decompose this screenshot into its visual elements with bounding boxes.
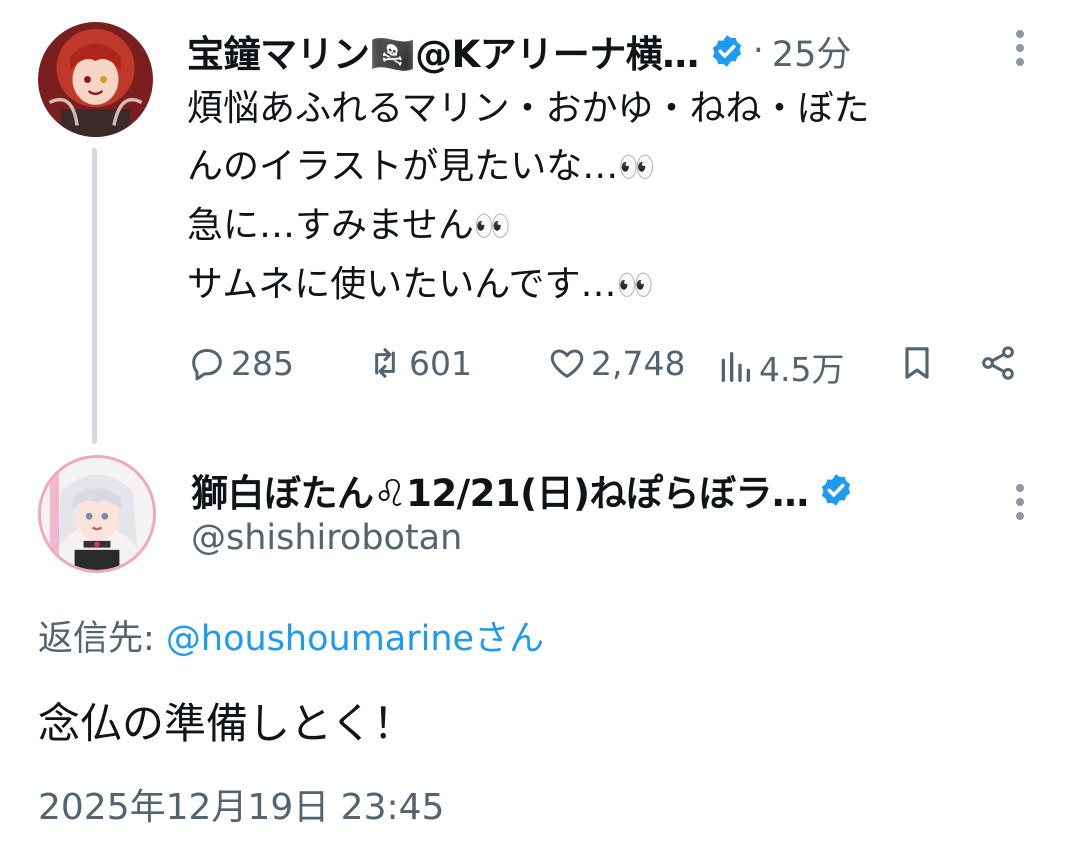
reply-body: 念仏の準備しとく！ (38, 699, 415, 748)
verified-badge-icon (818, 472, 854, 508)
repost-button[interactable]: 601 (365, 343, 472, 383)
tweet-header: 宝鐘マリン🏴‍☠️@Kアリーナ横… · 25分 (187, 24, 851, 78)
replying-to-mention-link[interactable]: @houshoumarineさん (166, 619, 544, 659)
share-button[interactable] (978, 343, 1018, 383)
like-count: 2,748 (591, 343, 686, 383)
user-avatar-white-hair-icon (41, 458, 153, 570)
reply-author-display-name[interactable]: 獅白ぼたん♌12/21(日)ねぽらぼラ… (191, 463, 809, 517)
heart-icon (550, 349, 584, 378)
thread-connector-line (92, 148, 97, 444)
views-button[interactable]: 4.5万 (715, 343, 844, 391)
eyes-emoji: 👀 (618, 150, 656, 185)
user-avatar-red-hair-icon (38, 22, 153, 137)
reply-bubble-icon (192, 349, 222, 381)
reply-author-handle[interactable]: @shishirobotan (191, 518, 462, 558)
repost-count: 601 (409, 343, 472, 383)
eyes-emoji: 👀 (616, 268, 654, 303)
tweet-line-4: サムネに使いたいんです…👀 (187, 256, 870, 315)
reply-timestamp[interactable]: 2025年12月19日 23:45 (38, 778, 444, 830)
tweet-action-bar: 285 601 2,748 4.5万 (187, 343, 1040, 389)
tweet-line-1: 煩悩あふれるマリン・おかゆ・ねね・ぼた (187, 88, 870, 129)
tweet-line-2: んのイラストが見たいな…👀 (187, 138, 870, 197)
views-chart-icon (721, 352, 750, 382)
replying-to-label: 返信先: (38, 619, 166, 659)
verified-badge-icon (709, 33, 745, 69)
tweet-line-3: 急に…すみません👀 (187, 197, 870, 256)
tweet-body: 煩悩あふれるマリン・おかゆ・ねね・ぼた んのイラストが見たいな…👀 急に…すみま… (187, 80, 870, 315)
eyes-emoji: 👀 (473, 209, 512, 244)
avatar-shishiro-botan[interactable] (38, 455, 156, 573)
avatar-houshou-marine[interactable] (38, 22, 153, 137)
share-icon (982, 346, 1014, 380)
reply-count: 285 (231, 343, 294, 383)
more-options-icon[interactable] (1015, 484, 1025, 526)
like-button[interactable]: 2,748 (547, 343, 685, 383)
author-display-name[interactable]: 宝鐘マリン🏴‍☠️@Kアリーナ横… (187, 24, 699, 78)
repost-icon (375, 348, 395, 378)
bookmark-icon (905, 347, 929, 379)
separator-dot: · (752, 31, 764, 71)
views-count: 4.5万 (759, 350, 845, 389)
bookmark-button[interactable] (897, 343, 937, 383)
reply-header: 獅白ぼたん♌12/21(日)ねぽらぼラ… (191, 463, 854, 517)
replying-to: 返信先: @houshoumarineさん (38, 610, 544, 661)
tweet-time-ago[interactable]: 25分 (772, 26, 852, 77)
reply-button[interactable]: 285 (187, 343, 294, 383)
more-options-icon[interactable] (1015, 30, 1025, 72)
